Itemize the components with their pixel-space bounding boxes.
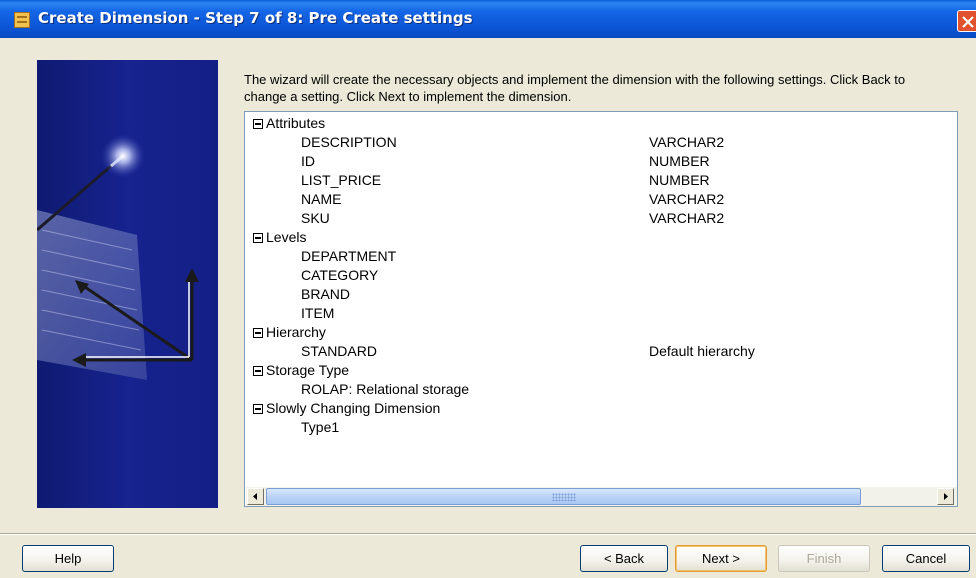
tree-leaf[interactable]: DESCRIPTION [301,134,397,153]
tree-leaf-value: VARCHAR2 [649,191,725,207]
app-icon [14,12,30,28]
collapse-icon[interactable] [253,233,263,243]
window-title: Create Dimension - Step 7 of 8: Pre Crea… [38,9,473,27]
close-icon [962,16,974,28]
tree-leaf[interactable]: Type1 [301,419,339,438]
tree-leaf-value: VARCHAR2 [649,134,725,150]
finish-button[interactable]: Finish [778,545,870,572]
tree-leaf[interactable]: LIST_PRICE [301,172,381,191]
close-button[interactable] [957,10,976,32]
scrollbar-thumb[interactable] [266,488,861,505]
tree-leaf[interactable]: DEPARTMENT [301,248,396,267]
collapse-icon[interactable] [253,328,263,338]
next-button[interactable]: Next > [675,545,767,572]
grip-icon [552,493,576,501]
wizard-description: The wizard will create the necessary obj… [244,72,906,104]
title-bar[interactable]: Create Dimension - Step 7 of 8: Pre Crea… [0,0,976,38]
scroll-left-button[interactable] [247,488,264,505]
wizard-banner-image [37,60,218,508]
footer-divider [0,533,976,535]
tree-leaf-value: Default hierarchy [649,343,755,359]
horizontal-scrollbar[interactable] [246,487,957,506]
settings-tree[interactable]: Attributes DESCRIPTION VARCHAR2 ID NUMBE… [244,111,958,507]
arrow-right-icon [944,493,948,500]
collapse-icon[interactable] [253,366,263,376]
tree-leaf[interactable]: ID [301,153,315,172]
tree-leaf[interactable]: CATEGORY [301,267,378,286]
help-button[interactable]: Help [22,545,114,572]
tree-leaf[interactable]: SKU [301,210,330,229]
collapse-icon[interactable] [253,404,263,414]
tree-leaf[interactable]: NAME [301,191,341,210]
scroll-right-button[interactable] [937,488,954,505]
tree-leaf-value: NUMBER [649,172,710,188]
create-dimension-dialog: Create Dimension - Step 7 of 8: Pre Crea… [0,0,976,578]
tree-leaf[interactable]: ITEM [301,305,334,324]
cancel-button[interactable]: Cancel [882,545,970,572]
tree-leaf-value: NUMBER [649,153,710,169]
tree-leaf[interactable]: STANDARD [301,343,377,362]
tree-leaf[interactable]: BRAND [301,286,350,305]
tree-leaf-value: VARCHAR2 [649,210,725,226]
tree-leaf[interactable]: ROLAP: Relational storage [301,381,469,400]
back-button[interactable]: < Back [580,545,668,572]
arrow-left-icon [253,493,257,500]
collapse-icon[interactable] [253,119,263,129]
